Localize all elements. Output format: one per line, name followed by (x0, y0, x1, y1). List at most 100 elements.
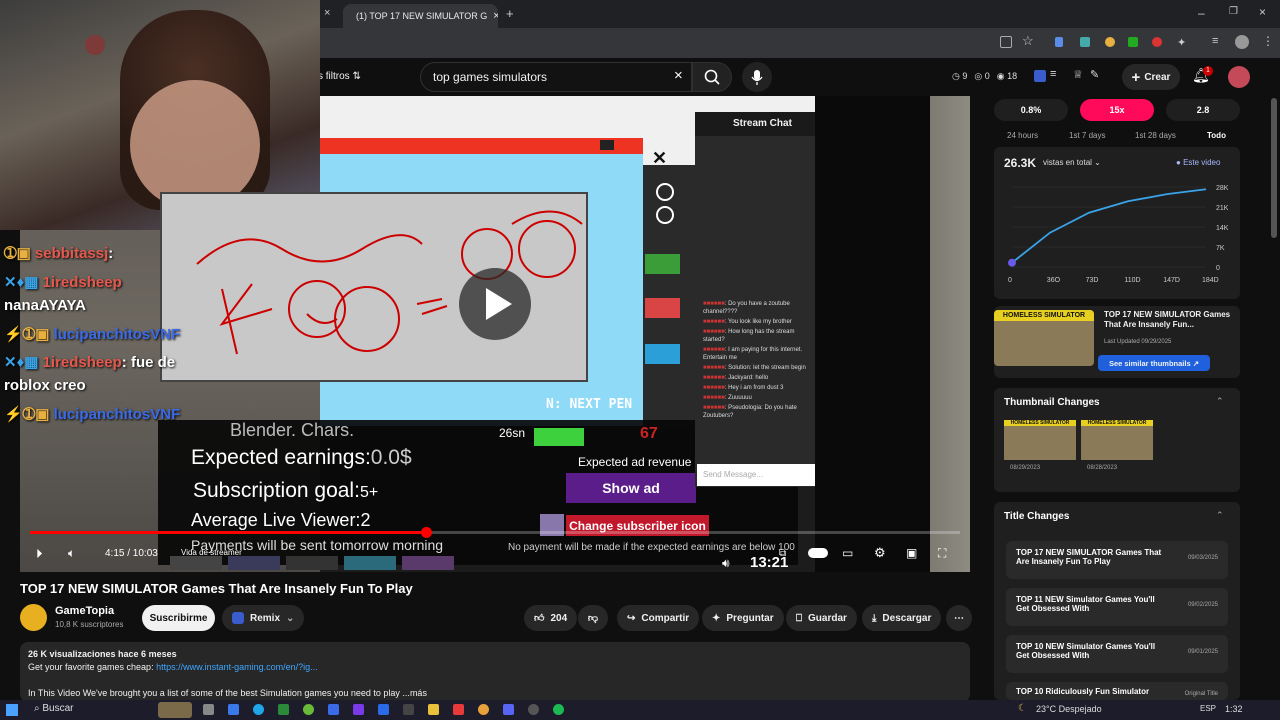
taskbar-search[interactable]: ⌕ Buscar (34, 703, 74, 714)
scrubber-handle[interactable] (421, 527, 432, 538)
profile-avatar[interactable] (1235, 35, 1249, 49)
puzzle-icon[interactable]: ✦ (1177, 36, 1186, 49)
remix-button[interactable]: Remix ⌄ (222, 605, 305, 631)
app-icon[interactable] (228, 704, 239, 715)
save-button[interactable]: ⎕ Guardar (786, 605, 857, 631)
extension-icon[interactable] (1055, 37, 1063, 47)
folder-icon[interactable] (428, 704, 439, 715)
edge-icon[interactable] (253, 704, 264, 715)
x-tick-label: 110D (1124, 277, 1140, 284)
minimize-icon[interactable]: – (1198, 6, 1205, 20)
volume-icon[interactable]: 🔈︎ (68, 546, 75, 561)
sub-count-left: 26sn (499, 426, 526, 440)
app-icon[interactable] (303, 704, 314, 715)
fullscreen-icon[interactable]: ⛶ (938, 546, 946, 561)
kebab-menu-icon[interactable]: ⋮ (1262, 34, 1274, 48)
clock[interactable]: 1:32 (1225, 704, 1243, 714)
stream-chat-title: Stream Chat (733, 118, 792, 129)
metric-pill-3[interactable]: 2.8 (1166, 99, 1240, 121)
filters-button[interactable]: s filtros ⇅ (318, 71, 361, 82)
ask-button[interactable]: ✦ Preguntar (702, 605, 784, 631)
chevron-up-icon[interactable]: ⌃ (1216, 510, 1224, 521)
obs-icon[interactable] (528, 704, 539, 715)
tab-video[interactable]: (1) TOP 17 NEW SIMULATOR G × (343, 4, 498, 28)
autoplay-toggle[interactable] (808, 548, 828, 558)
scrollbar[interactable] (1271, 98, 1277, 238)
taskview-icon[interactable] (203, 704, 214, 715)
progress-bar[interactable] (30, 531, 960, 534)
channel-name[interactable]: GameTopia (55, 605, 114, 617)
metric-pill-1[interactable]: 0.8% (994, 99, 1068, 121)
app-icon[interactable] (328, 704, 339, 715)
captions-icon[interactable]: ▭ (842, 546, 853, 560)
pause-icon[interactable]: ⏵︎ (36, 546, 43, 562)
install-icon[interactable] (1000, 36, 1012, 48)
description-box[interactable]: 26 K visualizaciones hace 6 meses Get yo… (20, 642, 970, 702)
spotify-icon[interactable] (553, 704, 564, 715)
close-icon[interactable]: × (324, 7, 330, 19)
app-icon[interactable] (403, 704, 414, 715)
channel-avatar[interactable] (20, 604, 47, 631)
chrome-icon[interactable] (478, 704, 489, 715)
chevron-up-icon[interactable]: ⌃ (1216, 396, 1224, 407)
close-icon[interactable]: × (493, 10, 498, 22)
restore-icon[interactable]: ❐ (1229, 6, 1238, 17)
range-28d[interactable]: 1st 28 days (1135, 131, 1176, 140)
extension-icon[interactable] (1105, 37, 1115, 47)
desc-link[interactable]: https://www.instant-gaming.com/en/?ig... (156, 662, 318, 672)
account-avatar[interactable] (1228, 66, 1250, 88)
app-icon[interactable] (278, 704, 289, 715)
title-changes-title: Title Changes (1004, 511, 1070, 522)
see-similar-button[interactable]: See similar thumbnails ↗ (1098, 355, 1210, 371)
blender-label: Blender. Chars. (230, 420, 355, 440)
metric-pill-2[interactable]: 15x (1080, 99, 1154, 121)
title-change-item: TOP 10 Ridiculously Fun Simulator Origina… (1006, 682, 1228, 700)
create-button[interactable]: + Crear (1122, 64, 1180, 90)
close-window-icon[interactable]: × (1259, 5, 1266, 19)
menu-list-icon[interactable]: ≡ (1212, 35, 1218, 47)
extension-icon[interactable] (1080, 37, 1090, 47)
range-7d[interactable]: 1st 7 days (1069, 131, 1105, 140)
red-toggle (645, 298, 680, 318)
channel-subs: 10,8 K suscriptores (55, 620, 124, 629)
extension-icon[interactable] (1128, 37, 1138, 47)
star-icon[interactable]: ☆ (1022, 33, 1034, 49)
extension-icon[interactable] (1152, 37, 1162, 47)
mic-button[interactable] (742, 62, 772, 92)
weather[interactable]: 23°C Despejado (1036, 704, 1102, 714)
radio-icon (656, 183, 674, 201)
windows-start-icon[interactable] (6, 704, 18, 716)
thumb-change-1[interactable]: HOMELESS SIMULATOR (1004, 420, 1076, 460)
range-24h[interactable]: 24 hours (1007, 131, 1038, 140)
like-button[interactable]: 👍︎ 204 (524, 605, 578, 631)
edit-icon[interactable]: ✎ (1090, 68, 1099, 81)
trophy-icon[interactable]: ♕ (1073, 68, 1083, 81)
play-button[interactable] (459, 268, 531, 340)
vidiq-icon[interactable] (1034, 70, 1046, 82)
chat-message: roblox creo (4, 377, 86, 394)
dislike-button[interactable]: 👎︎ (578, 605, 608, 631)
discord-icon[interactable] (503, 704, 514, 715)
subscribe-button[interactable]: Suscribirme (142, 605, 215, 631)
clear-search-icon[interactable]: × (674, 67, 683, 84)
search-button[interactable] (692, 62, 732, 92)
range-all[interactable]: Todo (1207, 131, 1226, 140)
app-icon[interactable] (353, 704, 364, 715)
app-icon[interactable] (453, 704, 464, 715)
search-input[interactable]: top games simulators (420, 62, 692, 92)
settings-icon[interactable]: ⚙︎ (874, 545, 886, 561)
download-button[interactable]: ⤓ Descargar (862, 605, 942, 631)
theater-icon[interactable]: ▣ (906, 546, 917, 560)
language[interactable]: ESP (1200, 704, 1216, 713)
paint-titlebar (320, 138, 643, 154)
video-thumbnail[interactable]: HOMELESS SIMULATOR (994, 310, 1094, 366)
new-tab-button[interactable]: + (506, 6, 514, 21)
thumb-change-2[interactable]: HOMELESS SIMULATOR (1081, 420, 1153, 460)
app-icon[interactable] (378, 704, 389, 715)
miniplayer-icon[interactable]: ⧉ (779, 548, 786, 559)
share-button[interactable]: ↪ Compartir (617, 605, 700, 631)
stream-chat-message: ■■■■■■: Jackyard: hello (703, 375, 769, 381)
y-tick-label: 7K (1216, 245, 1225, 252)
more-button[interactable]: ⋯ (946, 605, 972, 631)
list-icon[interactable]: ≡ (1050, 68, 1056, 80)
